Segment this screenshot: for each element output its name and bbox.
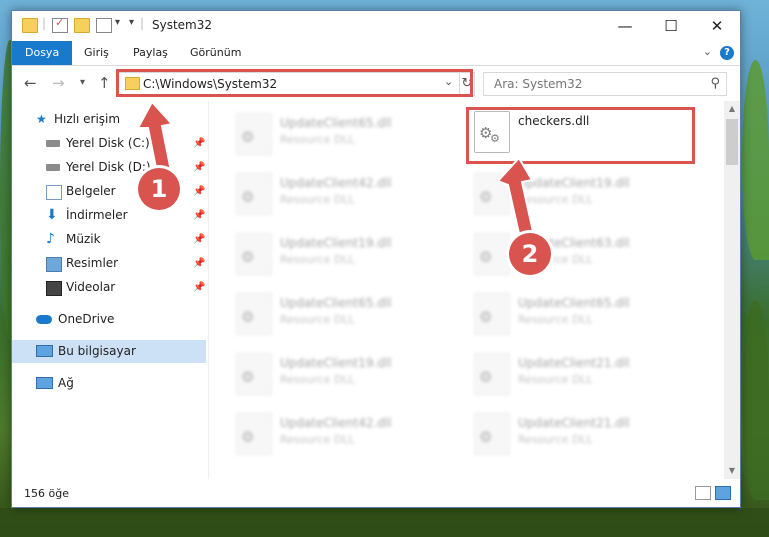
- step-1-badge: 1: [138, 168, 180, 210]
- arrow-1: [136, 100, 174, 180]
- annotation-arrows: [136, 100, 536, 240]
- step-2-badge: 2: [509, 233, 551, 275]
- arrow-2: [496, 156, 536, 240]
